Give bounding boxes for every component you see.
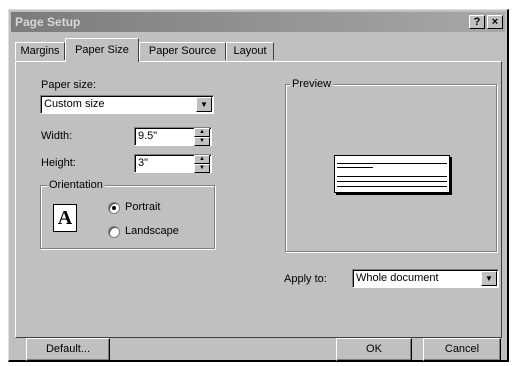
- chevron-down-icon[interactable]: ▼: [481, 271, 497, 286]
- close-button[interactable]: ×: [487, 15, 503, 29]
- width-field[interactable]: 9.5" ▲ ▼: [134, 127, 212, 146]
- chevron-down-icon[interactable]: ▼: [196, 97, 212, 112]
- preview-text-line: [337, 163, 447, 164]
- portrait-label[interactable]: Portrait: [125, 201, 160, 213]
- paper-size-value: Custom size: [44, 98, 105, 110]
- preview-page: [334, 155, 450, 193]
- tab-paper-source-label: Paper Source: [148, 45, 217, 57]
- height-value: 3": [138, 157, 149, 169]
- preview-text-line: [337, 176, 447, 177]
- tab-margins-label: Margins: [20, 45, 60, 57]
- portrait-orientation-icon: A: [53, 204, 77, 232]
- paper-size-dropdown[interactable]: Custom size ▼: [40, 95, 214, 114]
- orientation-title: Orientation: [47, 179, 105, 191]
- spin-down-icon[interactable]: ▼: [194, 137, 210, 146]
- apply-to-label: Apply to:: [284, 273, 327, 285]
- tab-margins[interactable]: Margins: [15, 42, 65, 60]
- tab-paper-source[interactable]: Paper Source: [139, 42, 226, 60]
- preview-text-line: [337, 181, 447, 182]
- page-setup-dialog: Page Setup ? × Margins Paper Size Paper …: [8, 9, 509, 362]
- portrait-radio[interactable]: [108, 202, 120, 214]
- spin-down-icon[interactable]: ▼: [194, 164, 210, 173]
- paper-size-panel: Paper size: Custom size ▼ Width: 9.5" ▲ …: [15, 61, 502, 338]
- height-label: Height:: [41, 157, 76, 169]
- tab-layout-label: Layout: [233, 45, 267, 57]
- tab-layout[interactable]: Layout: [226, 42, 274, 60]
- height-spinner[interactable]: ▲ ▼: [194, 155, 210, 173]
- ok-button[interactable]: OK: [336, 338, 412, 361]
- help-button[interactable]: ?: [469, 15, 485, 29]
- landscape-radio[interactable]: [108, 226, 120, 238]
- spin-up-icon[interactable]: ▲: [194, 128, 210, 137]
- cancel-button[interactable]: Cancel: [423, 338, 501, 361]
- apply-to-value: Whole document: [356, 272, 439, 284]
- orientation-group: Orientation A Portrait Landscape: [40, 179, 215, 249]
- paper-size-label: Paper size:: [41, 79, 97, 91]
- title-bar[interactable]: Page Setup ? ×: [11, 12, 505, 32]
- tab-paper-size[interactable]: Paper Size: [65, 38, 139, 62]
- landscape-label[interactable]: Landscape: [125, 225, 179, 237]
- spin-up-icon[interactable]: ▲: [194, 155, 210, 164]
- preview-group: Preview: [285, 78, 497, 252]
- width-label: Width:: [41, 130, 73, 142]
- default-button[interactable]: Default...: [26, 338, 110, 361]
- tab-paper-size-label: Paper Size: [75, 44, 129, 56]
- width-spinner[interactable]: ▲ ▼: [194, 128, 210, 146]
- preview-text-line: [337, 186, 447, 187]
- width-value: 9.5": [138, 130, 158, 142]
- window-title: Page Setup: [15, 15, 81, 29]
- apply-to-dropdown[interactable]: Whole document ▼: [352, 269, 499, 288]
- height-field[interactable]: 3" ▲ ▼: [134, 154, 212, 173]
- preview-title: Preview: [290, 78, 334, 90]
- preview-text-line: [337, 167, 373, 168]
